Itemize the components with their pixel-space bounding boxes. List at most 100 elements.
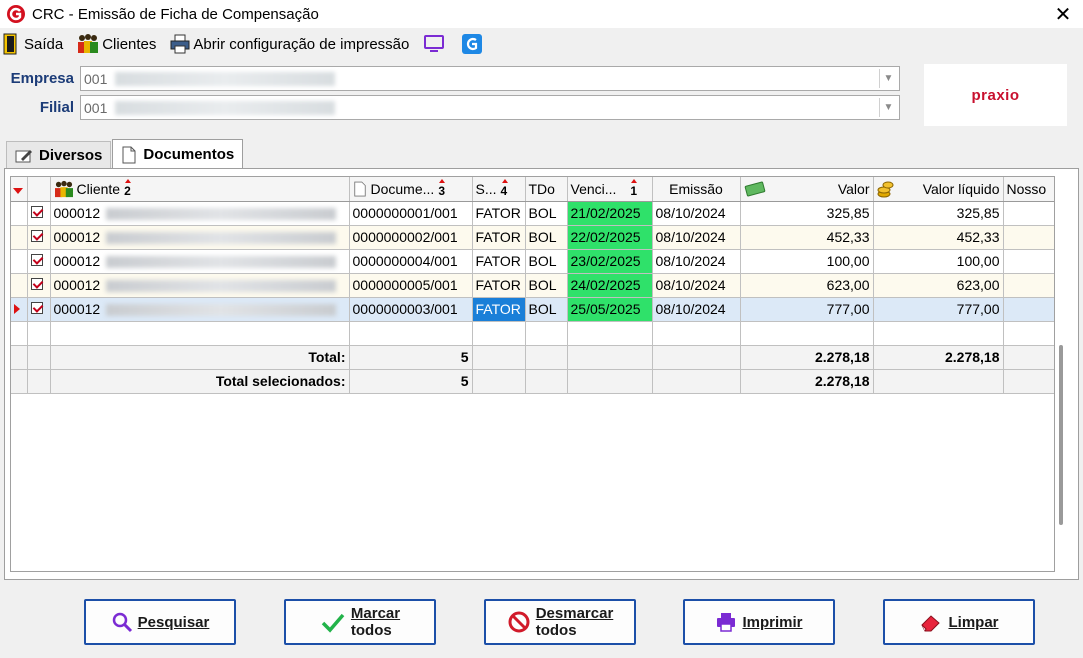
people-icon — [54, 180, 73, 197]
total-net-value: 2.278,18 — [873, 345, 1004, 370]
total-label: Total: — [50, 345, 350, 370]
cell-status[interactable]: FATOR — [472, 297, 526, 322]
column-label: Valor — [837, 180, 870, 197]
row-checkbox[interactable] — [27, 201, 51, 226]
selected-total-label: Total selecionados: — [50, 369, 350, 394]
coins-icon — [877, 181, 893, 198]
cell-net-value: 777,00 — [873, 297, 1004, 322]
printer-icon — [170, 34, 190, 54]
cell-tdo: BOL — [525, 297, 568, 322]
filial-row: Filial 001 ▼ — [0, 95, 900, 120]
title-bar: CRC - Emissão de Ficha de Compensação ✕ — [0, 0, 1083, 28]
checkbox-checked-icon — [30, 278, 43, 290]
cell-client: 000012 — [50, 249, 350, 274]
horizontal-scrollbar[interactable] — [41, 571, 65, 572]
tab-documentos[interactable]: Documentos — [112, 139, 244, 169]
sort-order: 4 — [501, 178, 508, 198]
row-checkbox[interactable] — [27, 225, 51, 250]
search-button[interactable]: Pesquisar — [84, 599, 236, 645]
cell-value: 777,00 — [740, 297, 874, 322]
cell-tdo: BOL — [525, 225, 568, 250]
selected-total-value: 2.278,18 — [740, 369, 874, 394]
client-code: 000012 — [53, 229, 101, 245]
filial-dropdown-icon[interactable]: ▼ — [879, 98, 897, 117]
cell-document: 0000000002/001 — [349, 225, 473, 250]
client-name-blurred — [106, 208, 337, 221]
column-label: Nosso — [1006, 180, 1047, 197]
clear-button[interactable]: Limpar — [883, 599, 1035, 645]
column-label: Cliente — [76, 180, 121, 197]
filial-combo[interactable]: 001 ▼ — [80, 95, 900, 120]
people-icon — [78, 34, 99, 53]
sort-order: 1 — [630, 178, 638, 198]
row-checkbox[interactable] — [27, 297, 51, 322]
table-row[interactable]: 000012 0000000004/001 FATOR BOL 23/02/20… — [11, 249, 1054, 274]
unmark-all-button[interactable]: Desmarcar todos — [484, 599, 636, 645]
cell-nosso — [1003, 225, 1054, 250]
prohibited-icon — [508, 611, 530, 633]
cell-tdo: BOL — [525, 249, 568, 274]
column-label: Docume... — [370, 180, 435, 197]
tab-diversos[interactable]: Diversos — [6, 141, 112, 169]
table-row[interactable]: 000012 0000000001/001 FATOR BOL 21/02/20… — [11, 201, 1054, 226]
empresa-label: Empresa — [10, 70, 74, 87]
cell-nosso — [1003, 249, 1054, 274]
monitor-button[interactable] — [423, 34, 448, 54]
client-name-blurred — [106, 232, 337, 245]
exit-button[interactable]: Saída — [3, 33, 63, 55]
g-app-button[interactable] — [462, 34, 485, 54]
cell-due-date: 22/02/2025 — [567, 225, 653, 250]
pencil-icon — [15, 149, 32, 162]
cell-document: 0000000001/001 — [349, 201, 473, 226]
brand-logo-text: praxio — [971, 86, 1020, 104]
column-header-nosso[interactable]: Nosso — [1003, 177, 1054, 202]
cell-tdo: BOL — [525, 273, 568, 298]
print-config-label: Abrir configuração de impressão — [193, 35, 410, 53]
empresa-combo[interactable]: 001 ▼ — [80, 66, 900, 91]
column-header-valor[interactable]: Valor — [740, 177, 874, 202]
column-header-emissao[interactable]: Emissão — [652, 177, 741, 202]
filter-arrow-icon — [13, 187, 23, 194]
sort-order: 2 — [124, 178, 131, 198]
row-indicator — [11, 297, 28, 322]
column-header-cliente[interactable]: Cliente 2 — [50, 177, 350, 202]
row-checkbox[interactable] — [27, 273, 51, 298]
table-header: Cliente 2 Docume... 3 S... 4 TDo Venci..… — [11, 177, 1054, 202]
search-label: Pesquisar — [137, 613, 210, 631]
row-checkbox[interactable] — [27, 249, 51, 274]
table-row-selected[interactable]: 000012 0000000003/001 FATOR BOL 25/05/20… — [11, 297, 1054, 322]
print-button[interactable]: Imprimir — [683, 599, 835, 645]
cell-value: 325,85 — [740, 201, 874, 226]
cell-net-value: 325,85 — [873, 201, 1004, 226]
cell-status: FATOR — [472, 249, 526, 274]
column-label: Emissão — [669, 180, 723, 197]
close-button[interactable]: ✕ — [1051, 2, 1075, 26]
mark-all-button[interactable]: Marcar todos — [284, 599, 436, 645]
column-header-situacao[interactable]: S... 4 — [472, 177, 526, 202]
client-code: 000012 — [53, 253, 101, 269]
column-label: Valor líquido — [922, 180, 1000, 197]
mark-all-label-2: todos — [350, 622, 392, 639]
vertical-scrollbar[interactable] — [1059, 345, 1063, 525]
eraser-icon — [921, 615, 941, 632]
table-row[interactable]: 000012 0000000002/001 FATOR BOL 22/02/20… — [11, 225, 1054, 250]
tab-documentos-label: Documentos — [143, 146, 235, 163]
column-label: TDo — [528, 180, 555, 197]
cell-client: 000012 — [50, 273, 350, 298]
total-count: 5 — [349, 345, 473, 370]
g-logo-icon — [462, 34, 483, 54]
cell-client: 000012 — [50, 201, 350, 226]
filial-code: 001 — [84, 99, 108, 116]
column-header-vencimento[interactable]: Venci... 1 — [567, 177, 653, 202]
table-row[interactable]: 000012 0000000005/001 FATOR BOL 24/02/20… — [11, 273, 1054, 298]
column-header-tdo[interactable]: TDo — [525, 177, 568, 202]
app-logo-icon — [7, 5, 25, 23]
checkbox-checked-icon — [30, 230, 43, 242]
print-config-button[interactable]: Abrir configuração de impressão — [170, 34, 409, 54]
cell-client: 000012 — [50, 297, 350, 322]
clients-button[interactable]: Clientes — [77, 33, 156, 55]
empresa-dropdown-icon[interactable]: ▼ — [879, 69, 897, 88]
column-header-valor-liquido[interactable]: Valor líquido — [873, 177, 1004, 202]
cell-issue-date: 08/10/2024 — [652, 225, 741, 250]
column-header-documento[interactable]: Docume... 3 — [349, 177, 473, 202]
